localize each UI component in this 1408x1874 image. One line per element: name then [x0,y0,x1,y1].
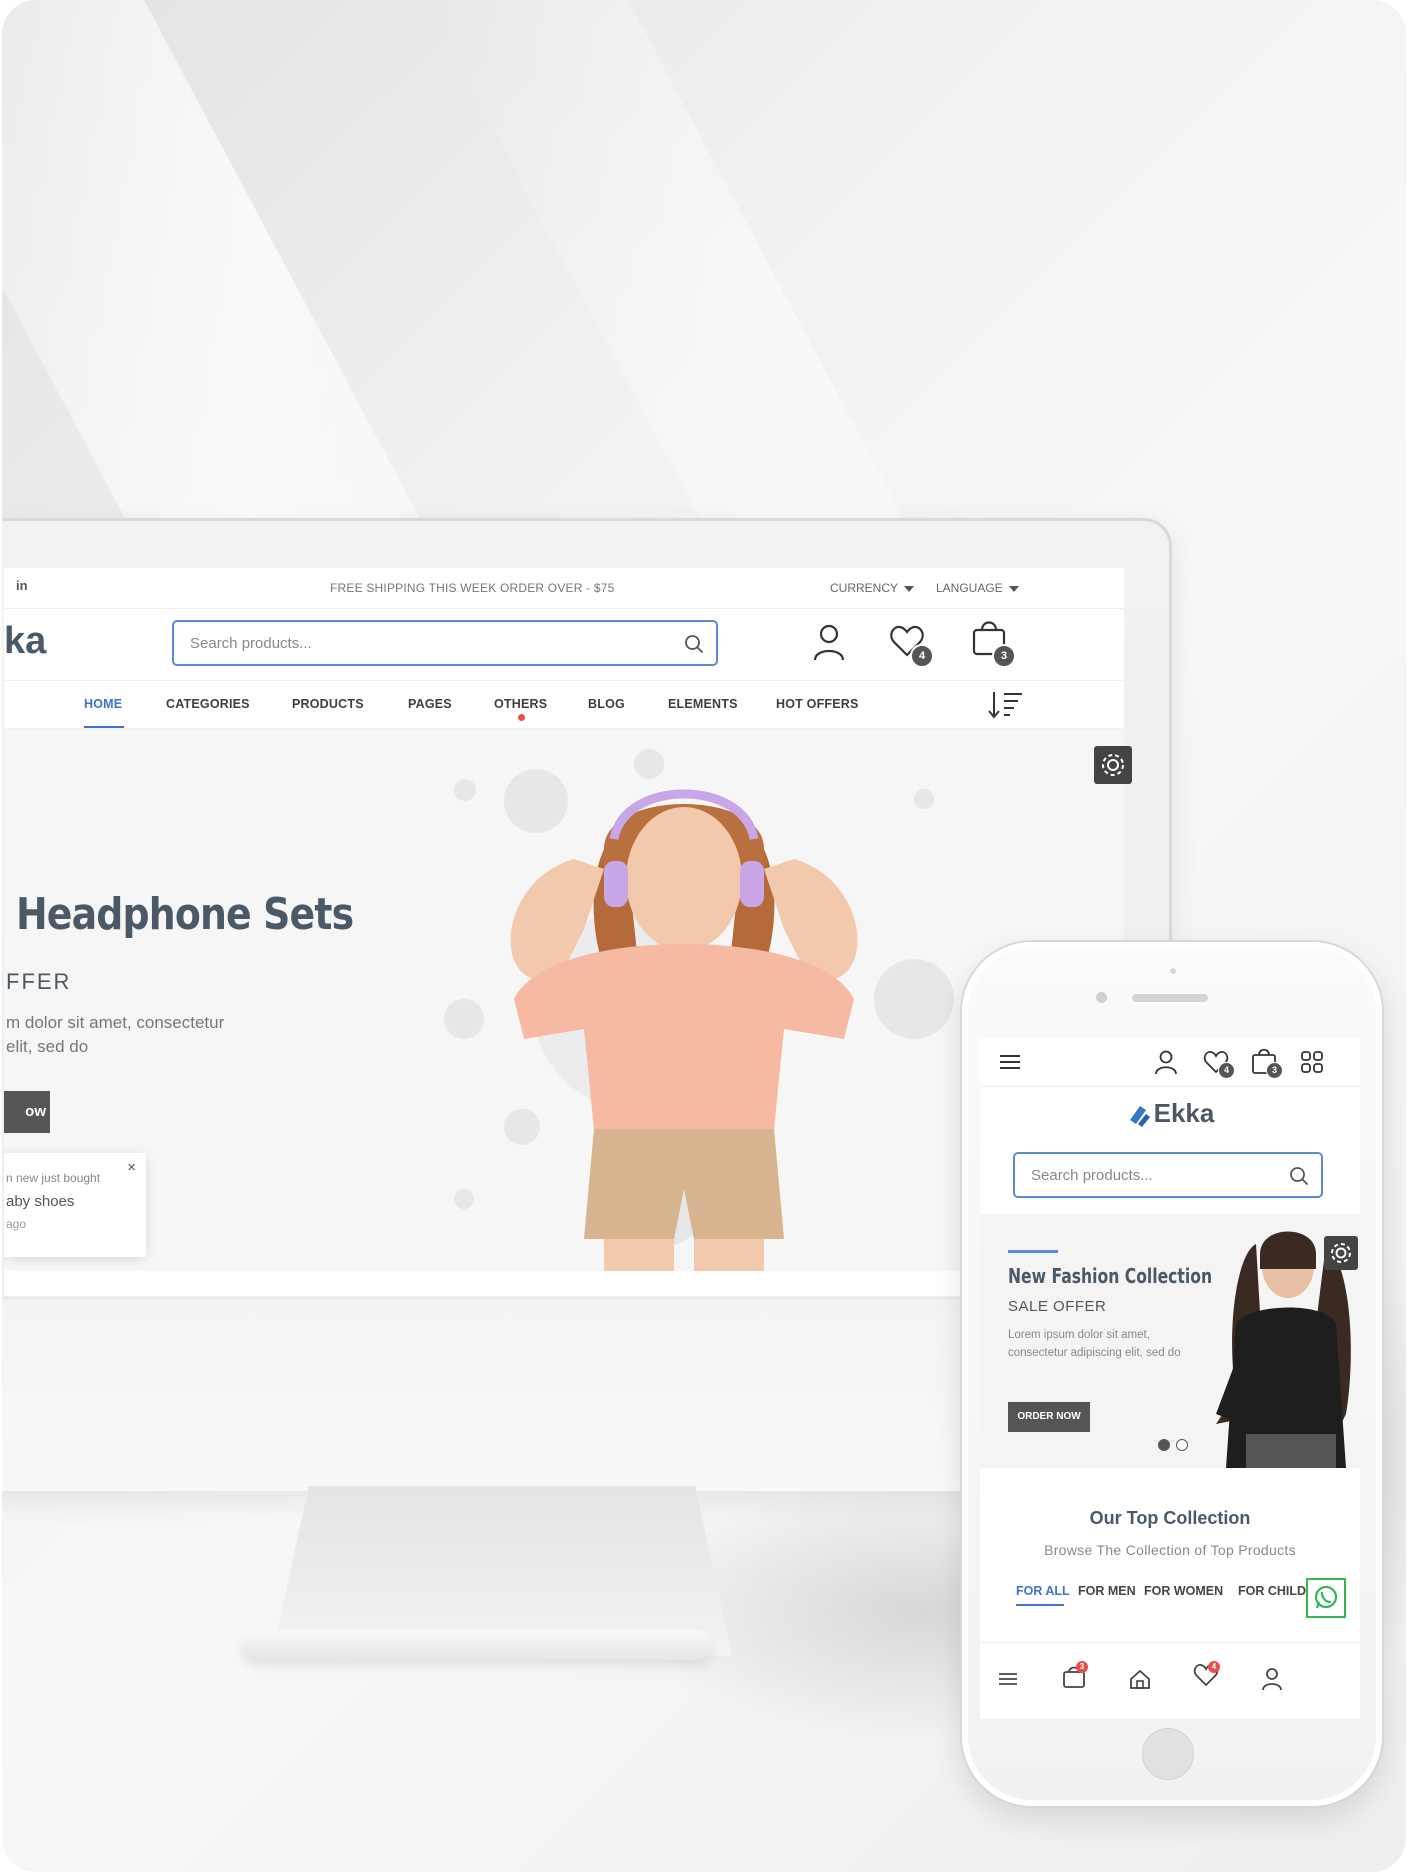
tab-for-men[interactable]: FOR MEN [1078,1584,1136,1598]
logo-mark-icon [1129,1106,1150,1128]
search-icon[interactable] [684,634,704,654]
mockup-background: in FREE SHIPPING THIS WEEK ORDER OVER - … [2,0,1406,1872]
mobile-header: 4 3 [980,1038,1360,1087]
search-box [172,620,718,666]
nav-products[interactable]: PRODUCTS [292,697,364,711]
linkedin-icon[interactable]: in [16,578,28,593]
promo-text: FREE SHIPPING THIS WEEK ORDER OVER - $75 [330,581,615,595]
notification-dot [518,714,525,721]
hero-description-line: elit, sed do [6,1037,89,1056]
decor-circle [454,1189,474,1209]
grid-icon[interactable] [1298,1048,1326,1076]
mobile-hero-subtitle: SALE OFFER [1008,1298,1107,1315]
caret-down-icon [904,585,915,592]
phone-camera [1096,992,1107,1003]
wishlist-count-badge: 4 [1218,1062,1235,1079]
hero-description-line: m dolor sit amet, consectetur [6,1013,225,1032]
slider-dot-active[interactable] [1158,1439,1170,1451]
cart-button[interactable]: 3 [1250,1046,1284,1082]
whatsapp-button[interactable] [1306,1578,1346,1618]
desktop-topbar: in FREE SHIPPING THIS WEEK ORDER OVER - … [4,568,1124,609]
decor-circle [914,789,934,809]
toast-time: ago [6,1217,27,1231]
mobile-hero-banner: New Fashion Collection SALE OFFER Lorem … [980,1214,1360,1468]
sort-icon[interactable] [986,688,1026,722]
active-tab-underline [1016,1604,1064,1606]
hero-banner: Headphone Sets FFER m dolor sit amet, co… [4,729,1124,1271]
caret-down-icon [1008,585,1019,592]
cart-count-badge: 3 [992,644,1016,668]
hero-description: m dolor sit amet, consectetur elit, sed … [6,1011,266,1059]
order-now-button[interactable]: ORDER NOW [1008,1402,1090,1432]
user-icon[interactable] [1152,1048,1180,1076]
close-icon[interactable]: × [127,1159,136,1176]
cart-count-badge: 3 [1266,1062,1283,1079]
nav-hot-offers[interactable]: HOT OFFERS [776,697,859,711]
user-icon[interactable] [810,622,848,664]
tab-for-women[interactable]: FOR WOMEN [1144,1584,1223,1598]
search-input[interactable] [188,634,652,653]
mobile-logo[interactable]: Ekka [980,1098,1360,1129]
nav-others[interactable]: OTHERS [494,697,547,711]
menu-icon[interactable] [994,1665,1022,1693]
desktop-screen: in FREE SHIPPING THIS WEEK ORDER OVER - … [4,568,1124,1296]
mobile-hero-description: Lorem ipsum dolor sit amet, consectetur … [1008,1329,1181,1359]
mobile-phone: 4 3 Ekka Search products... New Fashion … [962,942,1382,1806]
phone-sensor [1170,968,1176,974]
hero-accent-bar [1008,1250,1058,1253]
recent-purchase-toast: n new just bought aby shoes ago × [4,1153,146,1257]
phone-speaker [1132,994,1208,1002]
phone-home-button [1142,1728,1194,1780]
wishlist-count-badge: 4 [1208,1661,1220,1673]
settings-button[interactable] [1094,746,1132,784]
wishlist-button[interactable]: 4 [888,622,934,668]
logo-text: Ekka [1153,1098,1215,1128]
desktop-header: ka 4 3 [4,608,1124,681]
nav-home[interactable]: HOME [84,697,122,711]
decor-circle [454,779,476,801]
toast-product: aby shoes [6,1193,75,1210]
mobile-screen: 4 3 Ekka Search products... New Fashion … [980,1038,1360,1719]
search-icon[interactable] [1289,1166,1309,1186]
mobile-search-input[interactable] [1029,1166,1273,1185]
tab-for-all[interactable]: FOR ALL [1016,1584,1070,1598]
tab-for-children[interactable]: FOR CHILDR [1238,1584,1315,1598]
desktop-nav: HOME CATEGORIES PRODUCTS PAGES OTHERS BL… [4,680,1124,729]
collection-title: Our Top Collection [1089,1508,1251,1528]
wishlist-button[interactable]: 4 [1202,1048,1236,1082]
wishlist-count-badge: 4 [910,644,934,668]
site-logo[interactable]: ka [4,620,46,663]
shop-now-button[interactable]: ow [4,1091,50,1133]
active-nav-underline [84,726,124,728]
currency-dropdown[interactable]: CURRENCY [830,581,915,595]
cart-button[interactable]: 3 [970,618,1016,668]
language-label: LANGUAGE [936,581,1003,595]
model-with-headphones-image [510,789,858,1271]
mobile-bottom-nav: 3 4 [980,1642,1360,1719]
currency-label: CURRENCY [830,581,899,595]
home-icon[interactable] [1126,1665,1154,1693]
nav-categories[interactable]: CATEGORIES [166,697,250,711]
monitor-stand-foot [242,1630,712,1660]
collection-subtitle: Browse The Collection of Top Products [1044,1542,1296,1558]
bottom-wishlist-button[interactable]: 4 [1192,1661,1226,1695]
hero-title: Headphone Sets [16,889,354,940]
settings-button[interactable] [1324,1236,1358,1270]
nav-elements[interactable]: ELEMENTS [668,697,738,711]
nav-blog[interactable]: BLOG [588,697,625,711]
menu-icon[interactable] [996,1048,1024,1076]
whatsapp-icon [1314,1585,1338,1609]
gear-icon [1331,1243,1351,1263]
mobile-hero-title: New Fashion Collection [1008,1264,1213,1288]
bottom-cart-button[interactable]: 3 [1060,1661,1094,1695]
gear-icon [1102,754,1124,776]
cart-count-badge: 3 [1076,1661,1088,1673]
mobile-search-box [1013,1152,1323,1198]
nav-pages[interactable]: PAGES [408,697,452,711]
hero-offer: FFER [6,969,72,994]
slider-dot[interactable] [1176,1439,1188,1451]
user-icon[interactable] [1258,1665,1286,1693]
language-dropdown[interactable]: LANGUAGE [936,581,1019,595]
toast-line: n new just bought [6,1171,101,1185]
